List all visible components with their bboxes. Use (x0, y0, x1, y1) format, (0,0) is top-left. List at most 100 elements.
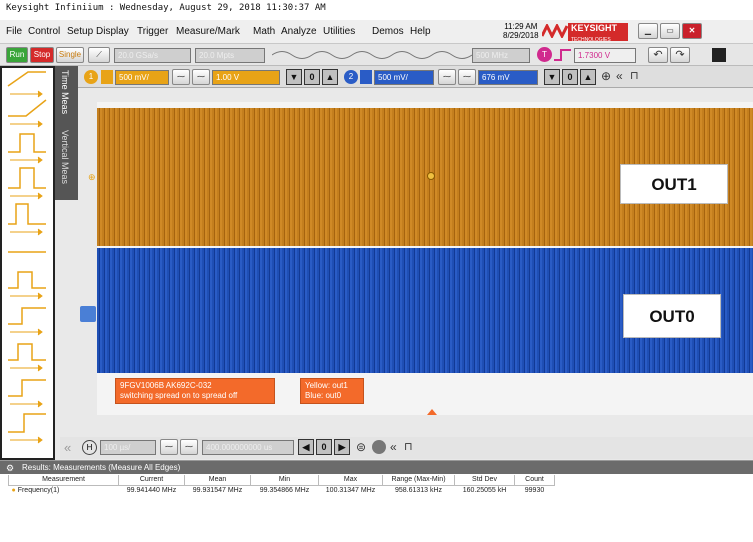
menu-measure-mark[interactable]: Measure/Mark (176, 26, 240, 37)
cell-current: 99.941440 MHz (126, 486, 177, 494)
ch1-scale[interactable]: 500 mV/ (115, 70, 169, 85)
bandwidth-readout[interactable]: 500 MHz (472, 48, 530, 63)
phase-icon (8, 343, 46, 361)
color-icon[interactable] (372, 440, 386, 454)
scope-app: Keysight Infiniium : Wednesday, August 2… (0, 0, 753, 542)
menu-demos[interactable]: Demos (372, 26, 404, 37)
brand-name: KEYSIGHT (571, 23, 618, 33)
close-button[interactable]: ✕ (682, 23, 702, 39)
menu-utilities[interactable]: Utilities (323, 26, 355, 37)
results-header-row: Measurement Current Mean Min Max Range (… (8, 475, 555, 486)
minimize-button[interactable]: ▁ (638, 23, 658, 39)
results-header: Results: Measurements (Measure All Edges… (0, 461, 753, 474)
clock-time: 11:29 AM (504, 22, 538, 31)
device-note-line1: 9FGV1006B AK692C-032 (120, 381, 212, 390)
time-scale-knob-icon[interactable]: ⁓ (160, 439, 178, 455)
measurement-icons (7, 71, 47, 444)
cell-std-dev: 160.25055 kH (462, 486, 507, 494)
col-current: Current (118, 475, 185, 486)
results-table: Measurement Current Mean Min Max Range (… (8, 475, 555, 495)
time-position[interactable]: 400.000000000 us (202, 440, 294, 455)
waveform-grid[interactable]: OUT1 OUT0 9FGV1006B AK692C-032 switching… (97, 102, 753, 415)
burst-width-icon (8, 271, 46, 289)
menu-display[interactable]: Display (96, 26, 129, 37)
maximize-button[interactable]: ▭ (660, 23, 680, 39)
time-left-button[interactable]: ◀ (298, 439, 314, 455)
ch2-ground-marker-icon[interactable] (80, 306, 96, 322)
ch2-scale[interactable]: 500 mV/ (374, 70, 434, 85)
add-channel-icon[interactable]: ⊕ (601, 69, 611, 83)
col-count: Count (514, 475, 555, 486)
device-note-line2: switching spread on to spread off (120, 391, 238, 400)
ch1-coupling-icon[interactable] (101, 70, 113, 84)
auto-scale-icon[interactable]: ⟋ (88, 47, 110, 63)
stop-button[interactable]: Stop (30, 47, 54, 63)
table-row[interactable]: ● Frequency(1) 99.941440 MHz 99.931547 M… (9, 485, 555, 495)
ch2-zero-button[interactable]: 0 (562, 69, 578, 85)
collapse-icon[interactable]: « (616, 69, 623, 83)
redo-icon[interactable]: ↷ (670, 47, 690, 63)
zoom-icon[interactable]: ⊜ (356, 440, 366, 454)
window-title: Keysight Infiniium : Wednesday, August 2… (0, 0, 753, 20)
ch2-icon[interactable]: 2 (344, 70, 358, 84)
memory-depth-readout[interactable]: 20.0 Mpts (195, 48, 265, 63)
ch2-offset-knob-icon[interactable]: ⁓ (458, 69, 476, 85)
ch2-up-button[interactable]: ▲ (580, 69, 596, 85)
legend-note[interactable]: Yellow: out1 Blue: out0 (300, 378, 364, 404)
ch1-up-button[interactable]: ▲ (322, 69, 338, 85)
ch1-offset-knob-icon[interactable]: ⁓ (192, 69, 210, 85)
arrow-icon-2 (10, 120, 43, 128)
horizontal-icon[interactable]: H (82, 440, 97, 455)
measurement-palette (0, 66, 55, 460)
collapse-horizontal-icon[interactable]: « (390, 440, 397, 454)
single-button[interactable]: Single (56, 47, 84, 63)
ch1-ground-marker-icon[interactable]: ⊕ (88, 172, 96, 183)
tab-vertical-meas[interactable]: Vertical Meas (60, 130, 70, 184)
menu-math[interactable]: Math (253, 26, 275, 37)
cell-range: 958.61313 kHz (394, 486, 443, 494)
sample-rate-readout[interactable]: 20.0 GSa/s (114, 48, 191, 63)
screenshot-icon[interactable] (712, 48, 726, 62)
time-scale[interactable]: 100 µs/ (100, 440, 156, 455)
ch2-down-button[interactable]: ▼ (544, 69, 560, 85)
pin-horizontal-icon[interactable]: ⊓ (404, 440, 413, 453)
pin-icon[interactable]: ⊓ (630, 69, 639, 82)
menu-bar: File Control Setup Display Trigger Measu… (0, 20, 753, 44)
menu-setup[interactable]: Setup (67, 26, 93, 37)
device-note[interactable]: 9FGV1006B AK692C-032 switching spread on… (115, 378, 275, 404)
setup-time-icon (8, 379, 46, 397)
ch2-coupling-icon[interactable] (360, 70, 372, 84)
ch1-down-button[interactable]: ▼ (286, 69, 302, 85)
undo-icon[interactable]: ↶ (648, 47, 668, 63)
ch1-scale-knob-icon[interactable]: ⁓ (172, 69, 190, 85)
menu-analyze[interactable]: Analyze (281, 26, 317, 37)
expand-icon[interactable]: « (64, 440, 71, 455)
arrow-icon-3 (10, 156, 43, 164)
time-zero-button[interactable]: 0 (316, 439, 332, 455)
run-button[interactable]: Run (6, 47, 28, 63)
menu-trigger[interactable]: Trigger (137, 26, 168, 37)
ch1-icon[interactable]: 1 (84, 70, 98, 84)
ch2-offset[interactable]: 676 mV (478, 70, 538, 85)
ch1-offset[interactable]: 1.00 V (212, 70, 280, 85)
settings-gear-icon[interactable]: ⚙ (6, 463, 14, 474)
trigger-edge-icon[interactable] (554, 48, 572, 62)
tab-time-meas[interactable]: Time Meas (60, 70, 70, 114)
out1-label: OUT1 (620, 164, 728, 204)
fall-time-icon (8, 99, 47, 117)
time-right-button[interactable]: ▶ (334, 439, 350, 455)
time-position-knob-icon[interactable]: ⁓ (180, 439, 198, 455)
menu-file[interactable]: File (6, 26, 22, 37)
menu-help[interactable]: Help (410, 26, 431, 37)
clock: 11:29 AM 8/29/2018 (503, 22, 539, 40)
menu-control[interactable]: Control (28, 26, 60, 37)
trigger-source-icon[interactable]: T (537, 47, 552, 62)
ch1-zero-button[interactable]: 0 (304, 69, 320, 85)
trigger-level-readout[interactable]: 1.7300 V (574, 48, 636, 63)
arrow-icon-10 (10, 436, 43, 444)
hold-time-icon (8, 413, 46, 433)
col-range: Range (Max-Min) (382, 475, 455, 486)
side-tabs: Time Meas Vertical Meas (55, 66, 78, 200)
ch2-scale-knob-icon[interactable]: ⁓ (438, 69, 456, 85)
arrow-icon-1 (10, 90, 43, 98)
